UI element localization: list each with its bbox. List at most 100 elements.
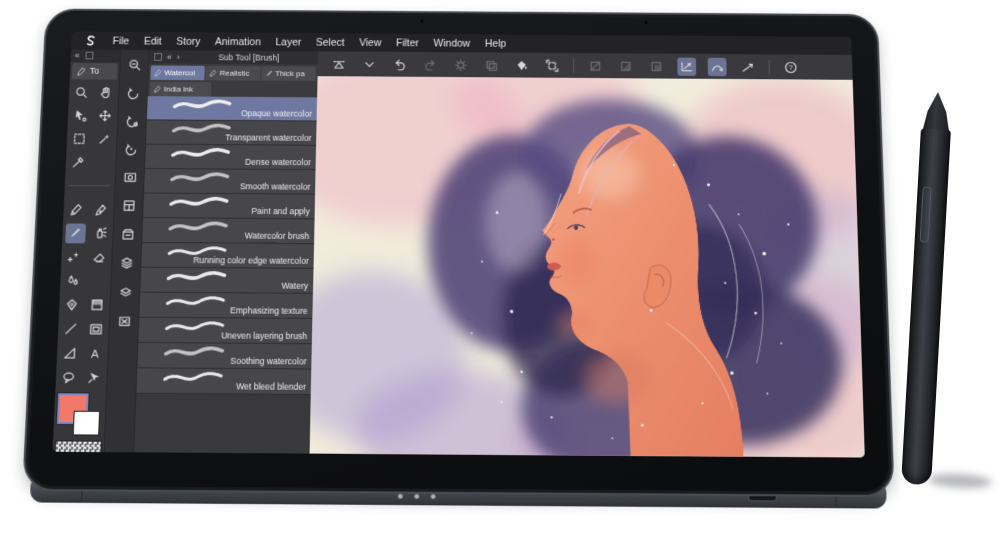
command-button-fill-bucket[interactable]: [512, 56, 531, 74]
command-button-snap-angle[interactable]: [677, 57, 697, 76]
brush-name: Watercolor brush: [244, 230, 310, 241]
quick-button-material[interactable]: [117, 224, 138, 244]
brush-item-running-color-edge-watercolor[interactable]: Running color edge watercolor: [141, 242, 315, 269]
subtool-tab-watercol[interactable]: Watercol: [150, 65, 206, 81]
pen-shadow: [927, 472, 993, 490]
quick-button-layer-stack[interactable]: [116, 253, 137, 273]
collapse-left-button[interactable]: «: [75, 51, 80, 61]
tool-button-magic-wand[interactable]: [94, 129, 115, 149]
brush-item-opaque-watercolor[interactable]: Opaque watercolor: [146, 96, 318, 122]
magic-wand-icon: [96, 132, 111, 147]
brush-item-watercolor-brush[interactable]: Watercolor brush: [142, 218, 315, 245]
tool-button-airbrush[interactable]: [90, 223, 111, 243]
tool-button-fill-area[interactable]: [61, 295, 82, 315]
command-button-select-half[interactable]: [616, 57, 635, 75]
tablet-bezel: File Edit Story Animation Layer Select View Fil…: [22, 8, 895, 498]
brush-item-transparent-watercolor[interactable]: Transparent watercolor: [145, 120, 317, 146]
subtool-tab-thick-pa[interactable]: Thick pa: [261, 66, 316, 81]
tool-button-decoration[interactable]: [64, 247, 85, 267]
command-button-brightness[interactable]: [451, 56, 470, 74]
menu-item-filter[interactable]: Filter: [396, 37, 419, 49]
brush-item-soothing-watercolor[interactable]: Soothing watercolor: [137, 342, 312, 370]
menu-item-story[interactable]: Story: [176, 36, 200, 48]
command-button-snap-line[interactable]: [738, 58, 757, 76]
tool-button-magnifier[interactable]: [71, 83, 92, 102]
quick-button-zoom-tool[interactable]: [124, 55, 144, 74]
menu-item-select[interactable]: Select: [316, 37, 345, 49]
menu-item-window[interactable]: Window: [434, 37, 471, 49]
command-button-redo[interactable]: [421, 55, 440, 73]
command-button-chevron-down[interactable]: [360, 55, 379, 73]
tool-button-text[interactable]: A: [84, 343, 105, 363]
tool-button-flow-line[interactable]: [83, 368, 104, 389]
tool-button-frame-border[interactable]: [85, 319, 106, 339]
background-color-swatch[interactable]: [72, 410, 101, 436]
fill-area-icon: [64, 297, 80, 312]
command-button-flip-horizontal[interactable]: [330, 55, 349, 73]
brush-item-emphasizing-texture[interactable]: Emphasizing texture: [139, 292, 313, 319]
tool-button-balloon[interactable]: [58, 367, 79, 388]
command-button-select-none[interactable]: [586, 56, 605, 74]
tool-button-eraser[interactable]: [89, 247, 110, 267]
quick-button-rotate-canvas[interactable]: [123, 83, 143, 102]
brush-item-wet-bleed-blender[interactable]: Wet bleed blender: [136, 368, 312, 396]
brush-item-paint-and-apply[interactable]: Paint and apply: [143, 193, 316, 220]
tool-button-eyedropper[interactable]: [68, 152, 89, 172]
command-button-undo[interactable]: [390, 55, 409, 73]
brush-name: Emphasizing texture: [229, 305, 308, 316]
panel-back-button[interactable]: «: [167, 52, 172, 62]
tool-button-gradient[interactable]: [87, 295, 108, 315]
tool-button-marquee[interactable]: [69, 129, 90, 149]
tool-button-figure-line[interactable]: [60, 319, 81, 339]
subtool-tab-india-ink[interactable]: India ink: [149, 81, 212, 97]
brush-item-dense-watercolor[interactable]: Dense watercolor: [144, 144, 317, 171]
tool-button-marker-pen[interactable]: [91, 200, 112, 220]
command-button-help[interactable]: ?: [781, 58, 800, 76]
rotate-settings-icon: [124, 113, 139, 128]
tool-button-hand[interactable]: [96, 83, 117, 102]
quick-button-workspace[interactable]: [118, 195, 139, 215]
quick-button-close-box[interactable]: [114, 311, 135, 331]
transparent-color-swatch[interactable]: [54, 440, 102, 456]
product-photo-stage: File Edit Story Animation Layer Select View Fil…: [0, 0, 1000, 539]
menu-item-animation[interactable]: Animation: [215, 36, 261, 48]
subtool-panel-header: « › Sub Tool [Brush]: [149, 50, 319, 65]
menu-item-edit[interactable]: Edit: [144, 35, 162, 47]
quick-button-layer-compose[interactable]: [115, 281, 136, 301]
command-button-transform[interactable]: [543, 56, 562, 74]
panel-forward-button[interactable]: ›: [177, 52, 180, 62]
menu-item-help[interactable]: Help: [485, 38, 506, 50]
quick-button-navigator[interactable]: [119, 167, 140, 187]
brush-icon: [67, 226, 83, 241]
tool-button-object-select[interactable]: [70, 106, 91, 125]
quick-button-rotate-settings[interactable]: [122, 111, 143, 130]
tool-tab[interactable]: To: [71, 62, 118, 80]
menu-item-file[interactable]: File: [112, 35, 129, 47]
command-button-stamp[interactable]: [482, 56, 501, 74]
subtool-tab-realistic[interactable]: Realistic: [205, 65, 261, 81]
stylus-button: [919, 186, 932, 243]
tool-button-move[interactable]: [95, 106, 116, 125]
brush-item-uneven-layering-brush[interactable]: Uneven layering brush: [138, 317, 313, 345]
tool-button-blend[interactable]: [62, 271, 83, 291]
command-button-snap-curve[interactable]: [707, 57, 727, 76]
menu-item-layer[interactable]: Layer: [275, 36, 301, 48]
tool-button-brush[interactable]: [64, 223, 86, 244]
brush-item-watery[interactable]: Watery: [140, 267, 314, 294]
drawing-canvas[interactable]: [309, 76, 865, 458]
svg-text:?: ?: [789, 63, 794, 72]
object-select-icon: [73, 108, 88, 123]
airbrush-icon: [92, 226, 108, 241]
stylus-tip: [923, 91, 951, 130]
rotate-reset-icon: [123, 141, 138, 156]
tool-button-ruler[interactable]: [59, 343, 80, 363]
menu-item-view[interactable]: View: [359, 37, 381, 49]
app-logo-icon[interactable]: [83, 34, 98, 48]
pen-small-icon: [209, 69, 218, 78]
brush-item-smooth-watercolor[interactable]: Smooth watercolor: [144, 168, 316, 195]
canvas-area: ?: [309, 51, 865, 458]
tool-button-pen[interactable]: [66, 199, 87, 219]
pen-small-icon: [153, 85, 162, 94]
command-button-select-rect[interactable]: [647, 57, 666, 75]
quick-button-rotate-reset[interactable]: [121, 139, 142, 159]
